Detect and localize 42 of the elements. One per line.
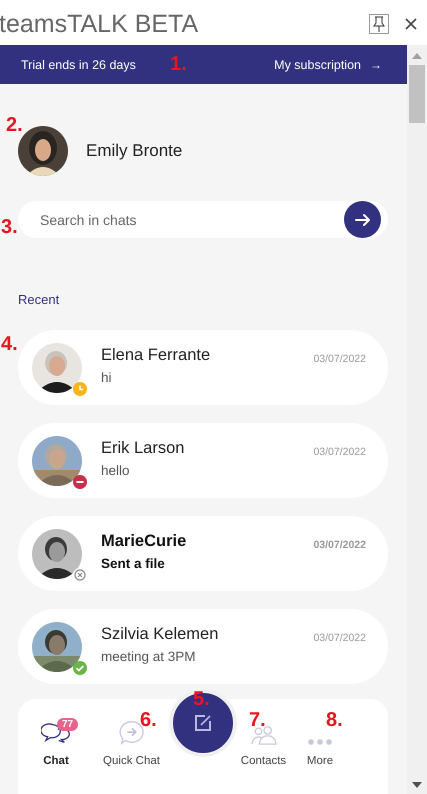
scroll-thumb[interactable]	[409, 65, 425, 123]
contact-name: Szilvia Kelemen	[101, 625, 218, 644]
last-message: Sent a file	[101, 556, 165, 571]
profile-name: Emily Bronte	[86, 141, 182, 161]
chat-item[interactable]: Szilvia Kelemen meeting at 3PM 03/07/2022	[18, 609, 388, 684]
chat-item[interactable]: Elena Ferrante hi 03/07/2022	[18, 330, 388, 405]
close-icon[interactable]	[405, 18, 417, 30]
scrollbar[interactable]	[407, 45, 427, 794]
annotation-number: 6.	[140, 709, 157, 731]
message-date: 03/07/2022	[313, 446, 366, 458]
chat-item[interactable]: MarieCurie Sent a file 03/07/2022	[18, 516, 388, 591]
message-date: 03/07/2022	[313, 539, 366, 551]
annotation-number: 3.	[1, 216, 18, 238]
annotation-number: 4.	[1, 333, 18, 355]
annotation-number: 1.	[170, 53, 187, 75]
search-field[interactable]: Search in chats	[18, 201, 388, 238]
message-date: 03/07/2022	[313, 353, 366, 365]
chat-item[interactable]: Erik Larson hello 03/07/2022	[18, 423, 388, 498]
annotation-number: 5.	[193, 688, 210, 710]
contact-name: Elena Ferrante	[101, 346, 210, 365]
annotation-number: 2.	[6, 114, 23, 136]
contact-name: Erik Larson	[101, 439, 184, 458]
scroll-down-icon[interactable]	[412, 782, 422, 788]
unread-count: 77	[57, 718, 78, 731]
edit-icon	[192, 712, 214, 734]
more-icon	[308, 738, 332, 746]
last-message: meeting at 3PM	[101, 649, 196, 664]
chat-bubbles-icon	[41, 722, 71, 746]
search-input[interactable]: Search in chats	[38, 210, 344, 228]
annotation-number: 7.	[249, 709, 266, 731]
section-title: Recent	[18, 292, 60, 307]
search-button[interactable]	[344, 201, 381, 238]
pin-icon[interactable]	[369, 14, 389, 34]
contact-name: MarieCurie	[101, 532, 186, 551]
subscription-link[interactable]: My subscription →	[274, 58, 382, 72]
trial-text: Trial ends in 26 days	[21, 58, 136, 72]
last-message: hello	[101, 463, 130, 478]
message-date: 03/07/2022	[313, 632, 366, 644]
last-message: hi	[101, 370, 112, 385]
people-icon	[250, 724, 276, 746]
annotation-number: 8.	[326, 709, 343, 731]
chat-tab[interactable]: 77 Chat	[18, 718, 94, 767]
